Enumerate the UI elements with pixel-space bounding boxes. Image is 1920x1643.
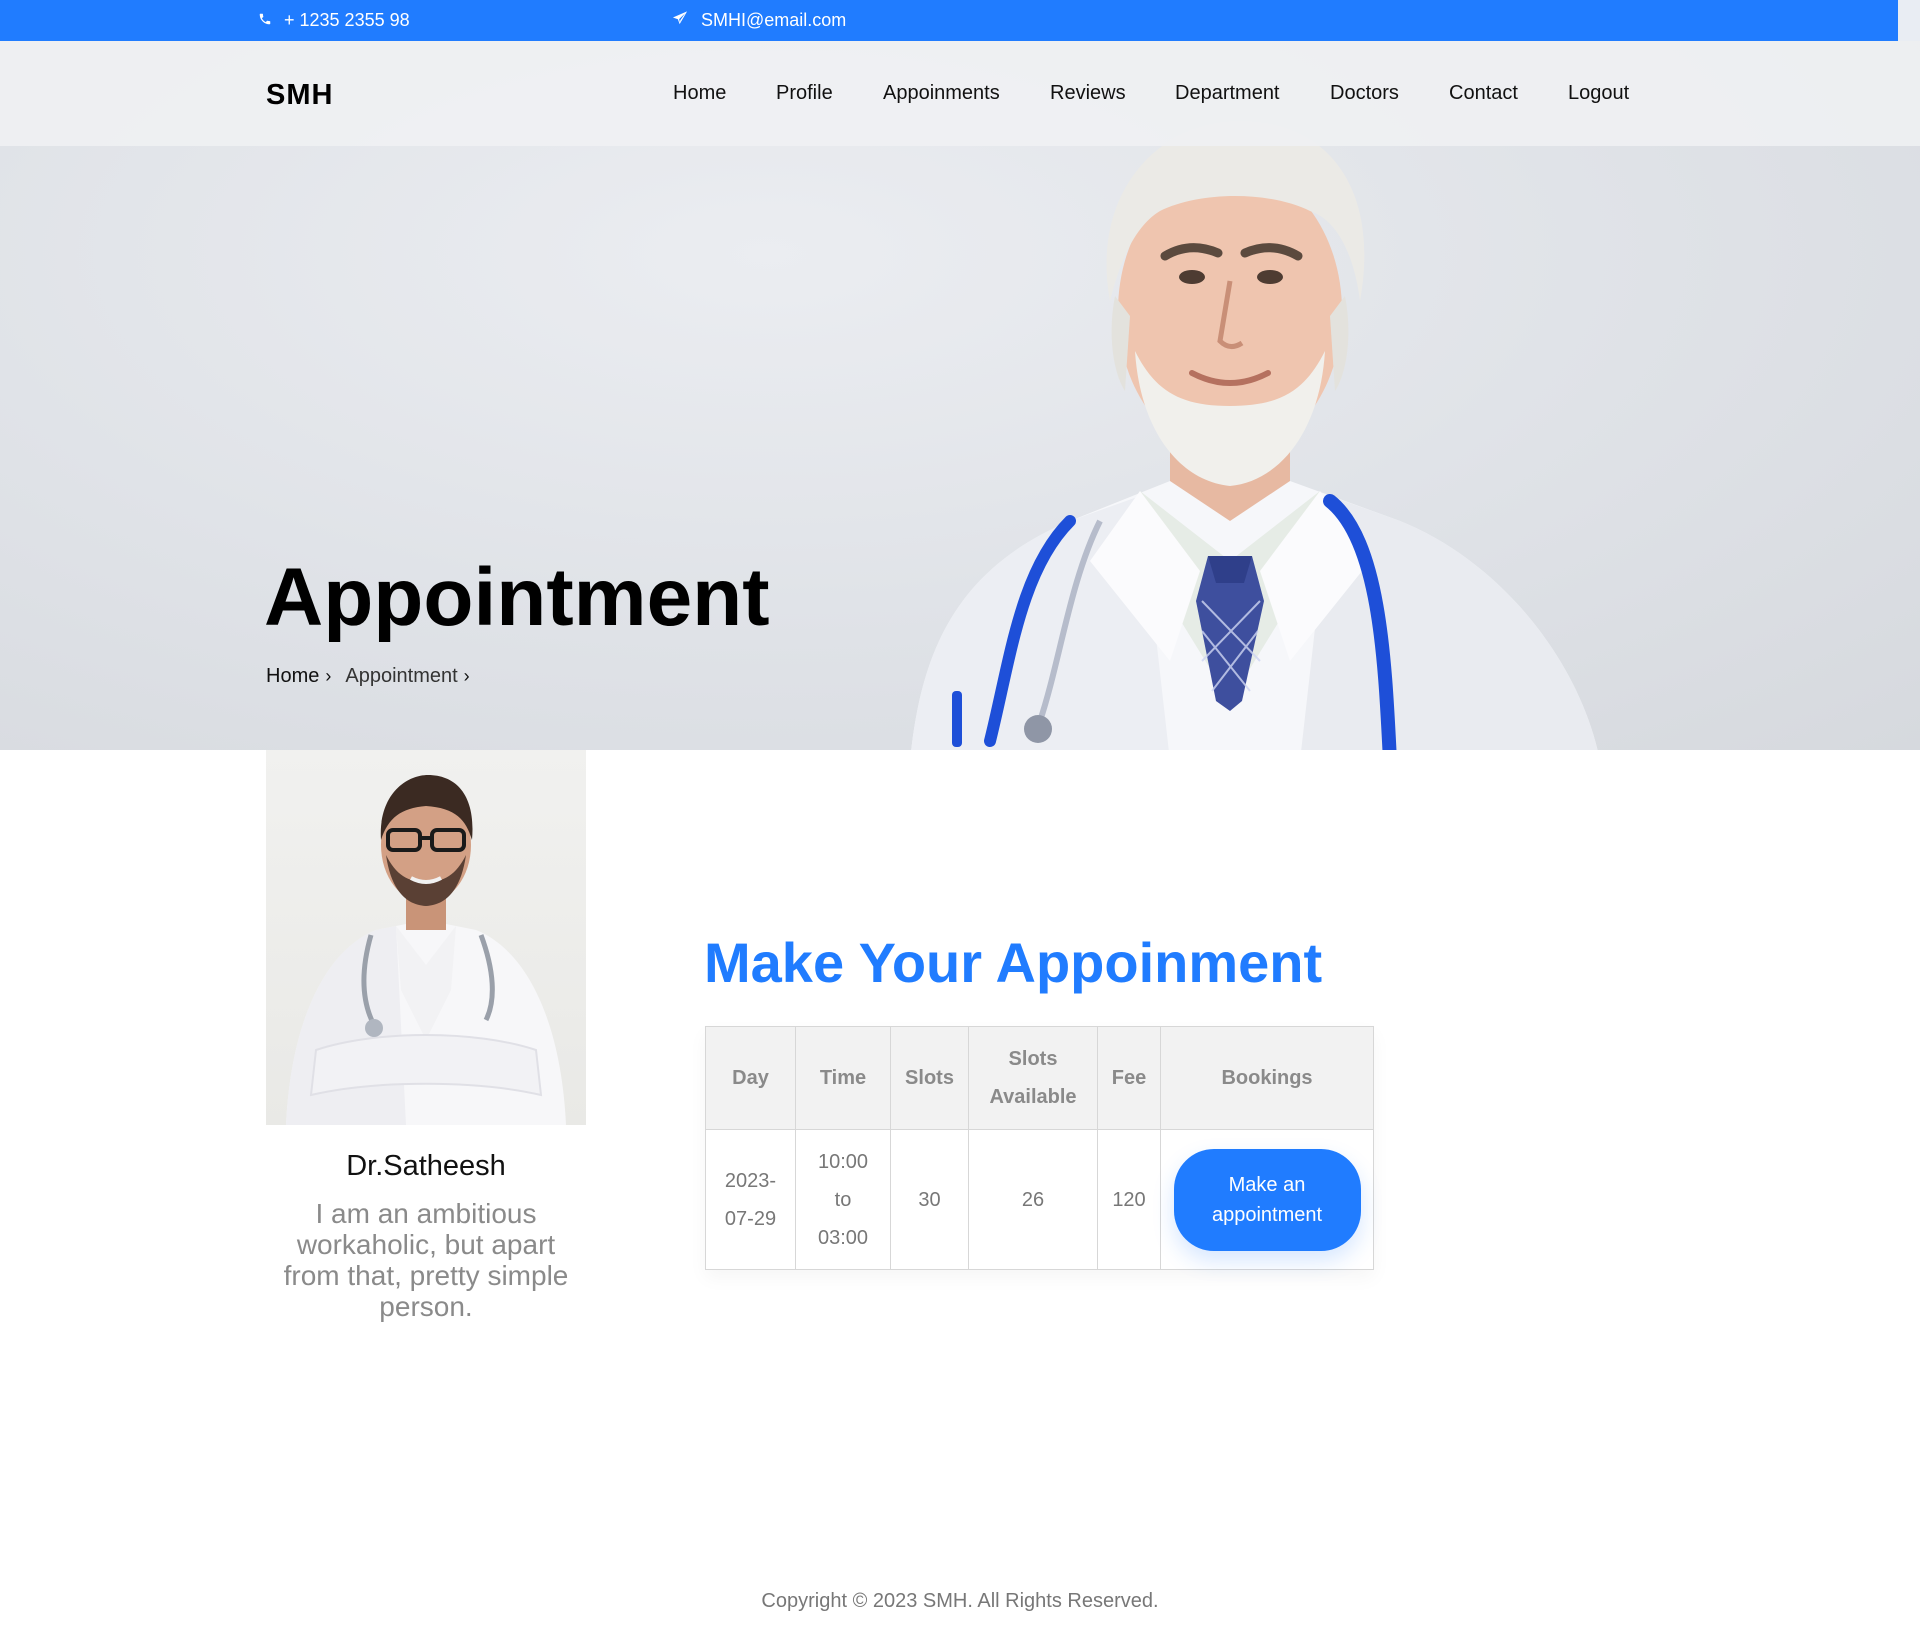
nav-home[interactable]: Home (673, 82, 726, 105)
phone-number: + 1235 2355 98 (284, 10, 410, 30)
navbar: SMH Home Profile Appoinments Reviews Dep… (0, 41, 1920, 146)
col-day: Day (705, 1026, 796, 1130)
cell-time: 10:00 to 03:00 (795, 1129, 891, 1270)
table-row: 2023-07-29 10:00 to 03:00 30 26 120 Make… (705, 1129, 1374, 1270)
doctor-portrait-image (286, 775, 566, 1125)
email-address[interactable]: SMHI@email.com (701, 10, 846, 31)
nav-doctors[interactable]: Doctors (1330, 82, 1399, 105)
cell-booking: Make an appointment (1160, 1129, 1374, 1270)
chevron-right-icon: › (463, 666, 470, 686)
col-bookings: Bookings (1160, 1026, 1374, 1130)
phone-icon (258, 10, 284, 31)
doctor-name: Dr.Satheesh (346, 1150, 506, 1182)
email-contact[interactable]: SMHI@email.com (671, 0, 846, 41)
scrollbar-corner (1898, 0, 1920, 41)
nav-profile[interactable]: Profile (776, 82, 833, 105)
nav-department[interactable]: Department (1175, 82, 1280, 105)
paper-plane-icon (671, 10, 701, 32)
nav-reviews[interactable]: Reviews (1050, 82, 1126, 105)
hero-section: SMH Home Profile Appoinments Reviews Dep… (0, 41, 1920, 750)
hero-doctor-image (911, 121, 1598, 750)
cell-fee: 120 (1097, 1129, 1161, 1270)
cell-day: 2023-07-29 (705, 1129, 796, 1270)
chevron-right-icon: › (325, 666, 332, 686)
cell-slots: 30 (890, 1129, 969, 1270)
top-contact-bar: + 1235 2355 98 SMHI@email.com (0, 0, 1898, 41)
cell-available: 26 (968, 1129, 1098, 1270)
phone-contact: + 1235 2355 98 (258, 0, 410, 41)
site-logo[interactable]: SMH (266, 79, 333, 112)
appointment-table: Day Time Slots Slots Available Fee Booki… (705, 1026, 1374, 1270)
make-appointment-button[interactable]: Make an appointment (1173, 1148, 1361, 1251)
page-title: Appointment (264, 552, 770, 643)
doctor-bio: I am an ambitious workaholic, but apart … (283, 1198, 569, 1322)
appointment-heading: Make Your Appoinment (704, 931, 1323, 994)
footer-copyright: Copyright © 2023 SMH. All Rights Reserve… (761, 1590, 1159, 1612)
nav-logout[interactable]: Logout (1568, 82, 1629, 105)
nav-contact[interactable]: Contact (1449, 82, 1518, 105)
doctor-photo (266, 750, 586, 1125)
nav-appointments[interactable]: Appoinments (883, 82, 1000, 105)
col-time: Time (795, 1026, 891, 1130)
breadcrumb-home[interactable]: Home (266, 665, 319, 688)
table-header-row: Day Time Slots Slots Available Fee Booki… (705, 1026, 1374, 1130)
col-fee: Fee (1097, 1026, 1161, 1130)
breadcrumb-current: Appointment (345, 665, 458, 687)
col-slots-available: Slots Available (968, 1026, 1098, 1130)
col-slots: Slots (890, 1026, 969, 1130)
breadcrumb: Home › Appointment › (266, 665, 484, 688)
